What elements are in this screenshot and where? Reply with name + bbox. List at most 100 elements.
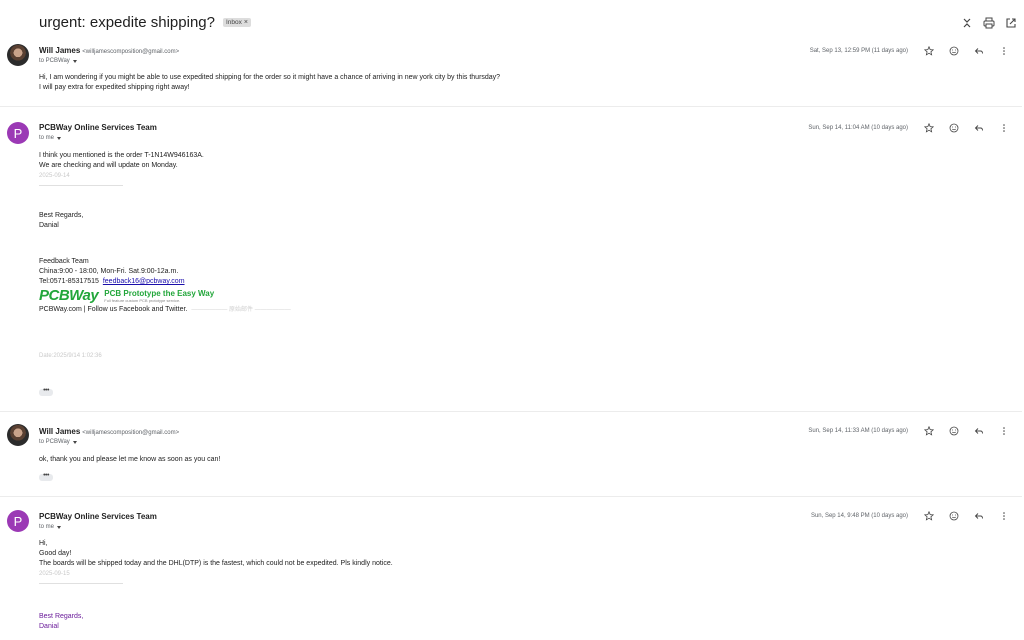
more-vert-icon[interactable] (991, 44, 1016, 58)
message-body: I think you mentioned is the order T-1N1… (39, 151, 204, 186)
sender-name[interactable]: Will James (39, 46, 80, 55)
pcbway-logo[interactable]: PCBWay PCB Prototype the Easy Way Full f… (39, 287, 291, 303)
signature-rule (39, 583, 123, 584)
signoff-line: Best Regards, (39, 212, 84, 219)
signoff-line: Danial (39, 623, 59, 630)
logo-tagline: PCB Prototype the Easy Way (104, 289, 215, 298)
message-header: Will James <willjamescomposition@gmail.co… (39, 427, 179, 445)
signature-contact: Feedback Team China:9:00 - 18:00, Mon-Fr… (39, 257, 291, 315)
follow-text: PCBWay.com | Follow us Facebook and Twit… (39, 306, 188, 313)
signature: Best Regards, Danial (39, 612, 83, 632)
message-header: PCBWay Online Services Team to me (39, 123, 157, 141)
emoji-icon[interactable] (941, 424, 966, 438)
quoted-datetime-text: Date:2025/9/14 1:02:36 (39, 353, 102, 359)
message-date: Sun, Sep 14, 11:33 AM (10 days ago) (808, 428, 908, 434)
sender-name[interactable]: PCBWay Online Services Team (39, 123, 157, 132)
message-body: ok, thank you and please let me know as … (39, 455, 220, 465)
message-actions: Sun, Sep 14, 11:33 AM (10 days ago) (808, 424, 1016, 438)
sender-name[interactable]: PCBWay Online Services Team (39, 512, 157, 521)
signoff-line: Danial (39, 222, 59, 229)
feedback-line: Feedback Team (39, 258, 89, 265)
message-body: Hi, Good day! The boards will be shipped… (39, 539, 393, 584)
sender-avatar[interactable] (7, 424, 29, 446)
logo-wordmark: PCBWay (39, 287, 99, 304)
thread-header: urgent: expedite shipping? Inbox × (39, 14, 251, 31)
emoji-icon[interactable] (941, 121, 966, 135)
body-line: The boards will be shipped today and the… (39, 560, 393, 567)
body-line: ok, thank you and please let me know as … (39, 456, 221, 463)
more-vert-icon[interactable] (991, 424, 1016, 438)
message-date: Sun, Sep 14, 9:48 PM (10 days ago) (810, 513, 908, 519)
star-icon[interactable] (916, 509, 941, 523)
quoted-datetime: Date:2025/9/14 1:02:36 (39, 351, 102, 361)
body-line: We are checking and will update on Monda… (39, 162, 178, 169)
message-body: Hi, I am wondering if you might be able … (39, 73, 500, 93)
reply-icon[interactable] (966, 424, 991, 438)
sender-avatar[interactable]: P (7, 122, 29, 144)
chevron-down-icon[interactable] (57, 136, 62, 140)
open-in-new-window-icon[interactable] (1004, 16, 1018, 30)
message-actions: Sat, Sep 13, 12:59 PM (11 days ago) (810, 44, 1016, 58)
sender-avatar[interactable]: P (7, 510, 29, 532)
body-line: I will pay extra for expedited shipping … (39, 84, 190, 91)
recipient-text: to PCBWay (39, 58, 70, 64)
original-mail-separator: —————— 原始邮件 —————— (191, 307, 291, 313)
star-icon[interactable] (916, 424, 941, 438)
recipient-toggle[interactable]: to me (39, 135, 157, 141)
recipient-text: to me (39, 524, 55, 530)
message-divider (0, 496, 1022, 497)
body-line: Hi, (39, 540, 48, 547)
inbox-label-chip[interactable]: Inbox × (222, 18, 251, 27)
thread-subject: urgent: expedite shipping? (39, 14, 215, 31)
message-header: Will James <willjamescomposition@gmail.co… (39, 46, 179, 64)
body-line: Good day! (39, 550, 72, 557)
emoji-icon[interactable] (941, 509, 966, 523)
recipient-text: to PCBWay (39, 439, 70, 445)
print-icon[interactable] (982, 16, 996, 30)
message-date: Sun, Sep 14, 11:04 AM (10 days ago) (808, 125, 908, 131)
more-vert-icon[interactable] (991, 509, 1016, 523)
body-line: Hi, I am wondering if you might be able … (39, 74, 501, 81)
message-actions: Sun, Sep 14, 9:48 PM (10 days ago) (811, 509, 1016, 523)
inbox-label-text: Inbox (225, 19, 242, 26)
body-line: I think you mentioned is the order T-1N1… (39, 152, 204, 159)
quoted-date: 2025-09-14 (39, 173, 70, 179)
chevron-down-icon[interactable] (72, 440, 77, 444)
show-trimmed-content-button[interactable]: ••• (39, 472, 53, 481)
remove-label-icon[interactable]: × (244, 19, 248, 26)
show-trimmed-content-button[interactable]: ••• (39, 387, 53, 396)
sender-email: <willjamescomposition@gmail.com> (82, 430, 180, 436)
more-vert-icon[interactable] (991, 121, 1016, 135)
feedback-email-link[interactable]: feedback16@pcbway.com (103, 278, 185, 285)
message-date: Sat, Sep 13, 12:59 PM (11 days ago) (809, 48, 908, 54)
emoji-icon[interactable] (941, 44, 966, 58)
message-divider (0, 411, 1022, 412)
reply-icon[interactable] (966, 121, 991, 135)
show-trimmed: ••• (39, 471, 53, 481)
sender-name[interactable]: Will James (39, 427, 80, 436)
recipient-text: to me (39, 135, 55, 141)
sender-email: <willjamescomposition@gmail.com> (82, 49, 180, 55)
sender-avatar[interactable] (7, 44, 29, 66)
thread-toolbar (960, 16, 1018, 30)
show-trimmed: ••• (39, 386, 53, 396)
reply-icon[interactable] (966, 509, 991, 523)
star-icon[interactable] (916, 121, 941, 135)
chevron-down-icon[interactable] (72, 59, 77, 63)
signature-rule (39, 185, 123, 186)
star-icon[interactable] (916, 44, 941, 58)
recipient-toggle[interactable]: to PCBWay (39, 58, 179, 64)
message-divider (0, 106, 1022, 107)
chevron-down-icon[interactable] (57, 525, 62, 529)
reply-icon[interactable] (966, 44, 991, 58)
signature: Best Regards, Danial (39, 211, 83, 231)
logo-subtext: Full feature custom PCB prototype servic… (104, 298, 181, 303)
message-actions: Sun, Sep 14, 11:04 AM (10 days ago) (808, 121, 1016, 135)
quoted-date: 2025-09-15 (39, 571, 70, 577)
recipient-toggle[interactable]: to PCBWay (39, 439, 179, 445)
tel-text: Tel:0571-85317515 (39, 278, 99, 285)
recipient-toggle[interactable]: to me (39, 524, 157, 530)
collapse-icon[interactable] (960, 16, 974, 30)
message-header: PCBWay Online Services Team to me (39, 512, 157, 530)
signoff-line: Best Regards, (39, 613, 84, 620)
